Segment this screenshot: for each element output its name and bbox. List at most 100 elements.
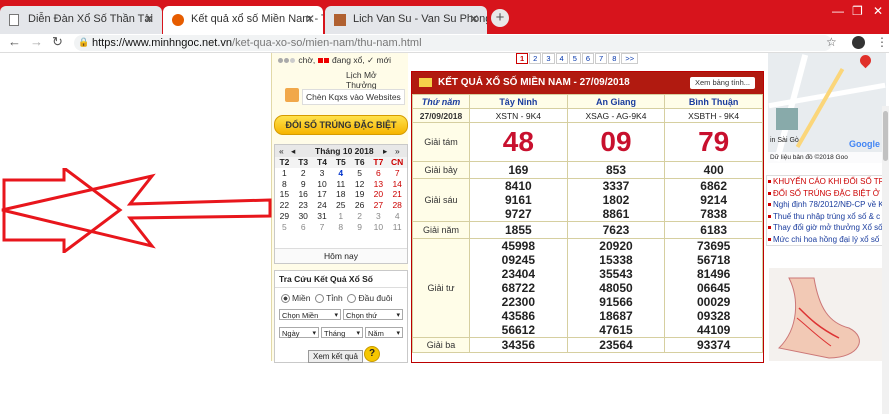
calendar-day[interactable]: 1 (275, 168, 294, 179)
ad-image-foot[interactable] (769, 268, 887, 361)
map-thumbnail[interactable] (776, 108, 798, 130)
map-widget[interactable]: in Sài Gò Google Dữ liệu bản đồ ©2018 Go… (768, 53, 886, 163)
maximize-icon[interactable]: ❐ (852, 4, 863, 18)
bookmark-star-icon[interactable]: ☆ (826, 35, 837, 49)
menu-icon[interactable]: ⋮ (876, 35, 888, 49)
calendar-day[interactable]: 2 (350, 211, 369, 222)
scrollbar-thumb[interactable] (883, 111, 888, 161)
page-link[interactable]: 5 (568, 53, 581, 64)
calendar-day[interactable]: 26 (350, 200, 369, 211)
new-tab-button[interactable]: + (491, 9, 509, 27)
province-link[interactable]: Tây Ninh (469, 94, 568, 109)
tab-lich-van-su[interactable]: Lich Van Su - Van Su Phong Thu ✕ (325, 6, 487, 34)
calendar-day[interactable]: 11 (331, 179, 350, 190)
close-icon[interactable]: ✕ (144, 12, 154, 26)
select-thu[interactable]: Chọn thứ (343, 309, 403, 321)
news-link[interactable]: Thuế thu nhập trúng xổ số & c (767, 211, 887, 223)
calendar-day[interactable]: 7 (313, 222, 332, 233)
chen-kqxs-link[interactable]: Chèn Kqxs vào Websites (285, 88, 405, 105)
calendar-day[interactable]: 6 (369, 168, 388, 179)
calendar-day[interactable]: 3 (369, 211, 388, 222)
calendar-day[interactable]: 20 (369, 189, 388, 200)
news-link[interactable]: Mức chi hoa hồng đại lý xổ số (767, 234, 887, 246)
scrollbar[interactable] (882, 106, 889, 414)
page-link[interactable]: >> (621, 53, 639, 64)
calendar-day[interactable]: 24 (313, 200, 332, 211)
tab-ket-qua[interactable]: Kết quả xổ số Miền Nam - Thứ nă ✕ (163, 6, 323, 34)
calendar-day[interactable]: 21 (388, 189, 407, 200)
calendar-day[interactable]: 18 (331, 189, 350, 200)
calendar-day[interactable]: 2 (294, 168, 313, 179)
news-link[interactable]: Nghị định 78/2012/NĐ-CP về K (767, 199, 887, 211)
xem-bang-tinh-button[interactable]: Xem bảng tính... (689, 77, 755, 89)
calendar-day[interactable]: 19 (350, 189, 369, 200)
calendar-day[interactable]: 7 (388, 168, 407, 179)
calendar-day[interactable]: 25 (331, 200, 350, 211)
radio-tinh[interactable] (315, 294, 325, 304)
calendar-day[interactable]: 29 (275, 211, 294, 222)
page-link[interactable]: 1 (516, 53, 529, 64)
prev-year-icon[interactable]: « (279, 145, 284, 157)
select-ngay[interactable]: Ngày (279, 327, 319, 339)
next-year-icon[interactable]: » (395, 145, 400, 157)
prev-month-icon[interactable]: ◂ (291, 145, 295, 157)
news-link[interactable]: ĐỔI SỐ TRÚNG ĐẶC BIỆT Ở (767, 188, 887, 200)
select-thang[interactable]: Tháng (321, 327, 363, 339)
calendar-day[interactable]: 10 (369, 222, 388, 233)
minimize-icon[interactable]: — (832, 4, 844, 18)
calendar-day[interactable]: 27 (369, 200, 388, 211)
news-link[interactable]: KHUYẾN CÁO KHI ĐỔI SỐ TR (767, 176, 887, 188)
xem-ket-qua-button[interactable]: Xem kết quả (308, 350, 363, 363)
calendar-day[interactable]: 9 (294, 179, 313, 190)
radio-mien[interactable] (281, 294, 290, 304)
calendar-day[interactable]: 8 (331, 222, 350, 233)
reload-icon[interactable]: ↻ (52, 34, 63, 50)
close-icon[interactable]: ✕ (305, 12, 315, 26)
tab-dien-dan[interactable]: Diễn Đàn Xổ Số Thần Tài ✕ (0, 6, 162, 34)
calendar-day[interactable]: 13 (369, 179, 388, 190)
page-link[interactable]: 7 (595, 53, 608, 64)
calendar-day[interactable]: 30 (294, 211, 313, 222)
calendar-day[interactable]: 23 (294, 200, 313, 211)
today-button[interactable]: Hôm nay (275, 248, 407, 263)
calendar-day[interactable]: 6 (294, 222, 313, 233)
help-icon[interactable]: ? (364, 346, 380, 362)
select-mien[interactable]: Chọn Miền (279, 309, 341, 321)
news-link[interactable]: Thay đổi giờ mở thưởng Xổ số (767, 222, 887, 234)
lich-mo-thuong-link[interactable]: Lịch Mở Thưởng (346, 70, 408, 90)
province-link[interactable]: An Giang (566, 94, 666, 109)
page-link[interactable]: 3 (542, 53, 555, 64)
calendar-day[interactable]: 8 (275, 179, 294, 190)
url-field[interactable]: https://www.minhngoc.net.vn/ket-qua-xo-s… (74, 35, 832, 51)
forward-icon[interactable]: → (30, 34, 43, 49)
next-month-icon[interactable]: ▸ (383, 145, 387, 157)
calendar-day[interactable]: 4 (331, 168, 350, 179)
calendar-day[interactable]: 9 (350, 222, 369, 233)
select-nam[interactable]: Năm (365, 327, 403, 339)
province-link[interactable]: Bình Thuận (664, 94, 763, 109)
calendar-day[interactable]: 5 (350, 168, 369, 179)
extension-icon[interactable] (852, 36, 865, 49)
calendar-day[interactable]: 15 (275, 189, 294, 200)
calendar-day[interactable]: 22 (275, 200, 294, 211)
calendar-day[interactable]: 14 (388, 179, 407, 190)
page-link[interactable]: 6 (581, 53, 595, 64)
calendar-day[interactable]: 12 (350, 179, 369, 190)
lock-icon[interactable]: 🔒 (78, 37, 89, 48)
doi-so-trung-button[interactable]: ĐỔI SỐ TRÚNG ĐẶC BIỆT (274, 115, 408, 135)
calendar-day[interactable]: 5 (275, 222, 294, 233)
calendar-day[interactable]: 16 (294, 189, 313, 200)
calendar-day[interactable]: 1 (331, 211, 350, 222)
calendar-day[interactable]: 11 (388, 222, 407, 233)
close-window-icon[interactable]: ✕ (873, 4, 883, 18)
calendar-day[interactable]: 28 (388, 200, 407, 211)
page-link[interactable]: 8 (608, 53, 621, 64)
page-link[interactable]: 4 (555, 53, 568, 64)
calendar-day[interactable]: 3 (313, 168, 332, 179)
back-icon[interactable]: ← (8, 34, 21, 49)
page-link[interactable]: 2 (529, 53, 542, 64)
radio-dau-duoi[interactable] (347, 294, 357, 304)
calendar-day[interactable]: 4 (388, 211, 407, 222)
calendar-day[interactable]: 10 (313, 179, 332, 190)
calendar-day[interactable]: 17 (313, 189, 332, 200)
